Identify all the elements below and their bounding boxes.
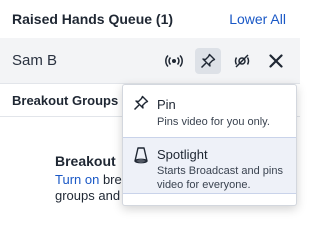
turn-on-link[interactable]: Turn on — [55, 172, 99, 187]
menu-item-label: Pin — [157, 97, 176, 112]
close-icon — [269, 54, 283, 68]
pin-icon — [133, 95, 149, 116]
participant-name: Sam B — [12, 52, 58, 69]
spotlight-toggle-button[interactable] — [229, 48, 255, 74]
breakout-groups-title: Breakout Groups ( — [12, 93, 127, 108]
raised-hands-header: Raised Hands Queue (1) Lower All — [0, 0, 300, 38]
menu-item-pin[interactable]: Pin Pins video for you only. — [123, 85, 296, 134]
pin-menu-button[interactable] — [195, 48, 221, 74]
menu-item-description: Pins video for you only. — [157, 116, 270, 128]
broadcast-icon — [165, 54, 183, 68]
breakout-empty-text-rest: bre — [99, 172, 122, 187]
menu-item-description: Starts Broadcast and pins video for ever… — [157, 165, 283, 191]
broadcast-button[interactable] — [161, 48, 187, 74]
raised-hands-title: Raised Hands Queue (1) — [12, 11, 174, 27]
spotlight-icon — [234, 54, 250, 68]
menu-item-label: Spotlight — [157, 147, 208, 162]
spotlight-icon — [133, 146, 149, 169]
breakout-empty-heading: Breakout — [55, 153, 116, 169]
breakout-empty-text-line2: groups and g — [55, 188, 131, 203]
pin-icon — [200, 53, 216, 69]
menu-item-spotlight[interactable]: Spotlight Starts Broadcast and pins vide… — [123, 137, 296, 194]
queue-row: Sam B — [0, 38, 300, 83]
dismiss-button[interactable] — [263, 48, 289, 74]
pin-dropdown-menu: Pin Pins video for you only. Spotlight S… — [122, 84, 297, 206]
breakout-empty-text: Turn on bre — [55, 172, 122, 187]
lower-all-link[interactable]: Lower All — [229, 11, 286, 27]
